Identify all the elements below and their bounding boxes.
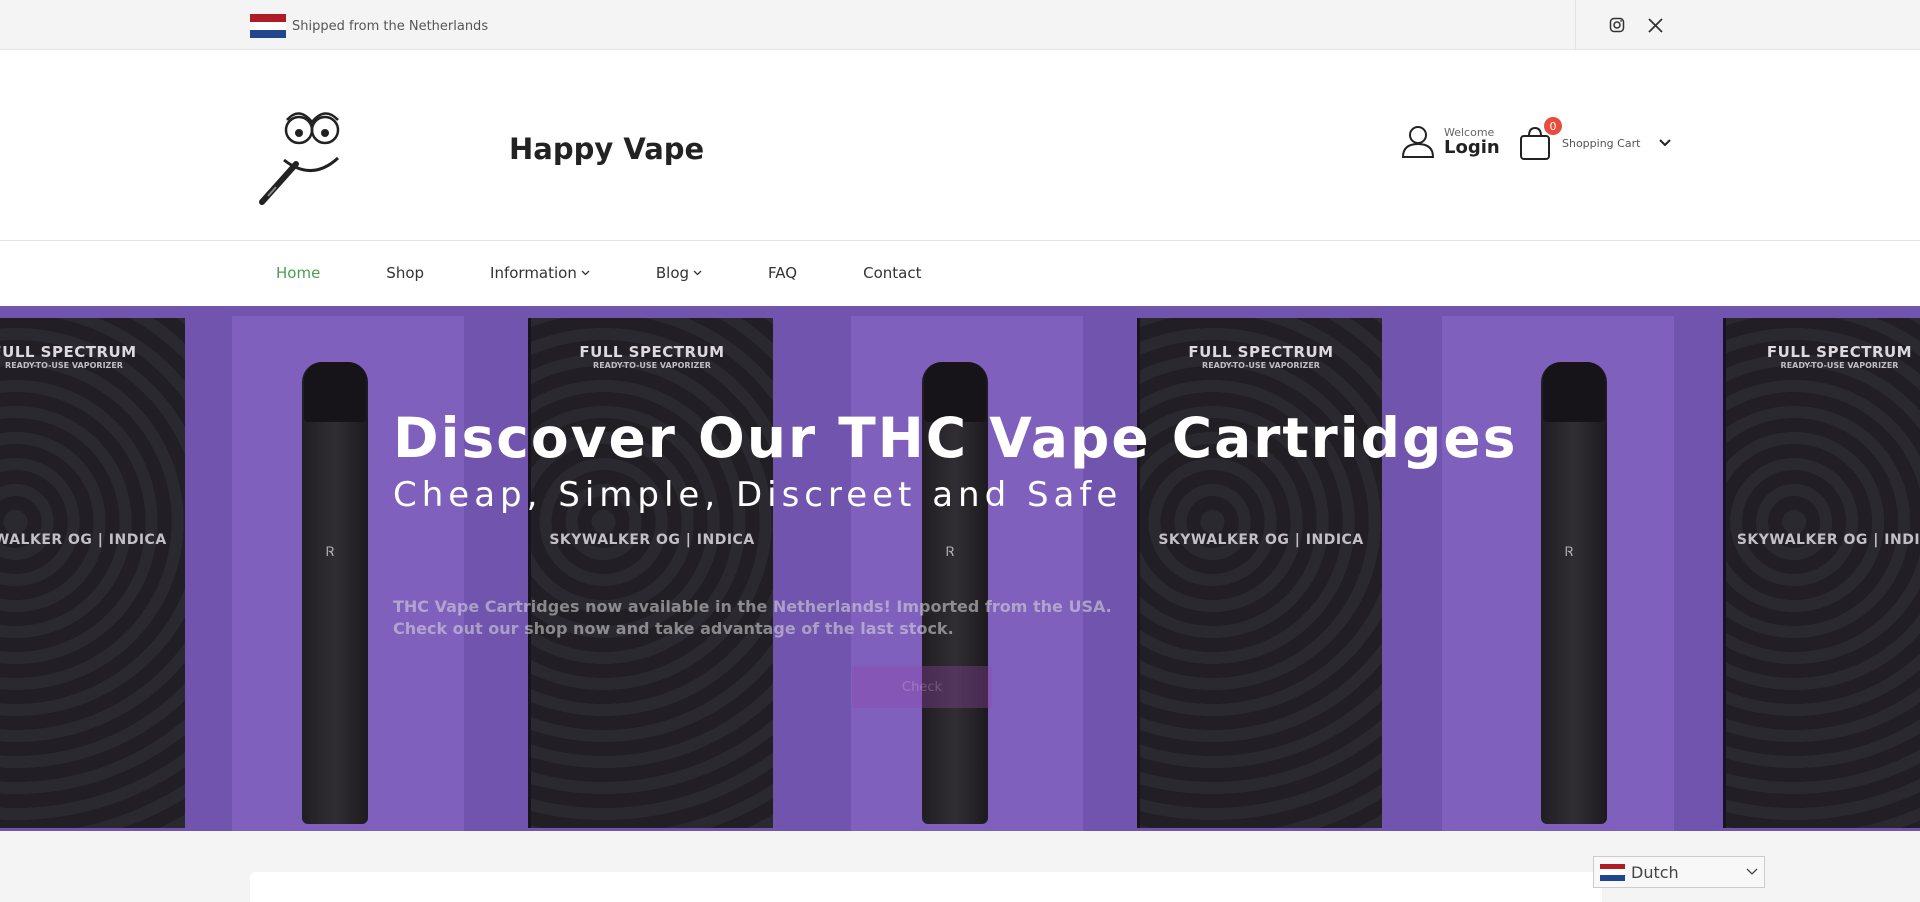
nav-label: Home	[276, 264, 321, 282]
nav-item-shop[interactable]: Shop	[386, 264, 424, 282]
main-navigation: Home Shop Information Blog FAQ Contact	[0, 241, 1920, 306]
cart-count-badge: 0	[1544, 117, 1562, 135]
nav-item-faq[interactable]: FAQ	[768, 264, 797, 282]
nav-item-home[interactable]: Home	[276, 264, 320, 282]
brand-name[interactable]: Happy Vape	[509, 132, 704, 166]
login-label: Login	[1444, 136, 1500, 158]
x-twitter-icon[interactable]	[1645, 15, 1665, 35]
nav-label: Blog	[655, 264, 690, 282]
shipping-info: Shipped from the Netherlands	[250, 14, 488, 38]
nav-label: Contact	[863, 264, 922, 282]
hero-cta-button[interactable]: Check	[852, 666, 992, 708]
instagram-icon[interactable]	[1607, 15, 1627, 35]
hero-overlay	[0, 306, 1920, 831]
login-link[interactable]: Welcome Login	[1400, 123, 1500, 159]
chevron-down-icon	[1746, 868, 1758, 875]
topbar-divider	[1575, 0, 1576, 50]
cart-bag-icon: 0	[1518, 117, 1562, 161]
shipping-text: Shipped from the Netherlands	[292, 18, 489, 34]
social-links	[1607, 15, 1665, 35]
nav-label: FAQ	[768, 264, 798, 282]
hero-subtitle: Cheap, Simple, Discreet and Safe	[393, 475, 1123, 515]
nav-list: Home Shop Information Blog FAQ Contact	[276, 264, 921, 282]
chevron-down-icon	[581, 270, 590, 276]
hero-text-line2: Check out our shop now and take advantag…	[393, 619, 954, 638]
user-icon	[1401, 126, 1435, 158]
hero-title: Discover Our THC Vape Cartridges	[393, 406, 1518, 470]
site-header: Happy Vape Welcome Login 0 Shopping Cart	[0, 50, 1920, 241]
content-card	[250, 872, 1602, 902]
chevron-down-icon	[693, 270, 702, 276]
nav-label: Information	[490, 264, 577, 282]
hero-banner: FULL SPECTRUM READY-TO-USE VAPORIZER SKY…	[0, 306, 1920, 831]
chevron-down-icon	[1659, 139, 1672, 147]
cart-label: Shopping Cart	[1562, 136, 1641, 150]
top-bar: Shipped from the Netherlands	[0, 0, 1920, 50]
nav-label: Shop	[386, 264, 425, 282]
hero-text-line1: THC Vape Cartridges now available in the…	[393, 597, 1112, 616]
nav-item-blog[interactable]: Blog	[656, 264, 702, 282]
nav-item-information[interactable]: Information	[490, 264, 590, 282]
shopping-cart[interactable]: 0 Shopping Cart	[1518, 117, 1672, 161]
netherlands-flag-icon	[1600, 863, 1625, 881]
language-label: Dutch	[1631, 862, 1679, 882]
hero-description: THC Vape Cartridges now available in the…	[393, 596, 1112, 640]
netherlands-flag-icon	[250, 14, 286, 38]
nav-item-contact[interactable]: Contact	[863, 264, 921, 282]
language-selector[interactable]: Dutch	[1593, 856, 1765, 888]
site-logo[interactable]	[254, 102, 346, 206]
